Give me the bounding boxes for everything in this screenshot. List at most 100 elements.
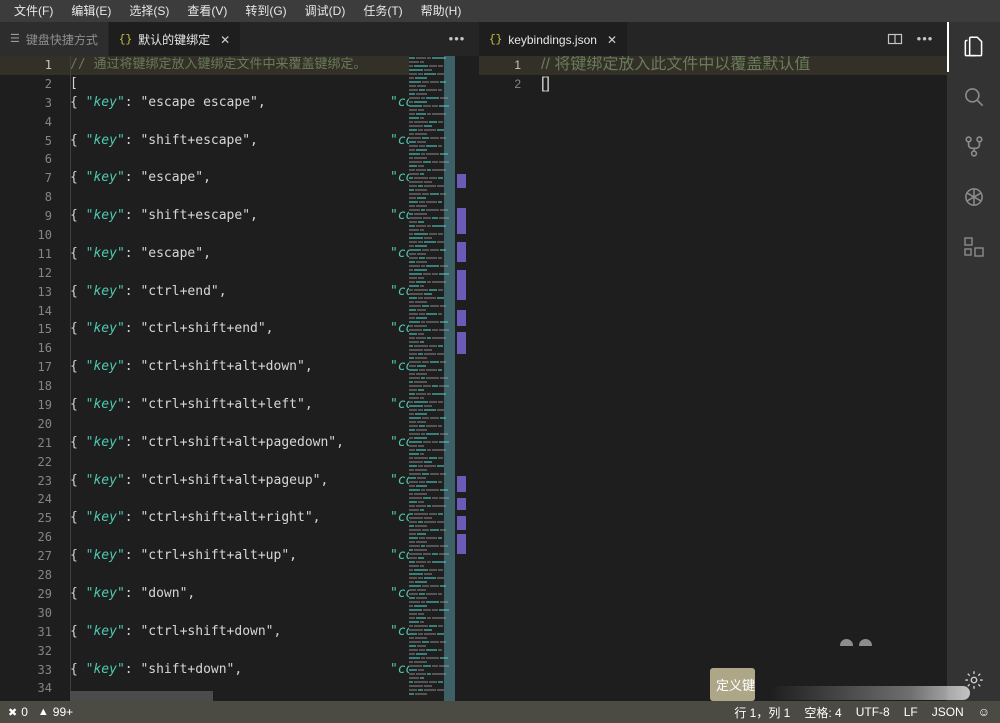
close-icon[interactable]: ✕ bbox=[220, 33, 230, 47]
line-number: 29 bbox=[0, 585, 52, 604]
minimap-token bbox=[429, 625, 437, 627]
code-line: 19{ "key": "ctrl+shift+alt+left","comman… bbox=[0, 396, 479, 415]
minimap-token bbox=[409, 521, 417, 523]
menu-bar: 文件(F) 编辑(E) 选择(S) 查看(V) 转到(G) 调试(D) 任务(T… bbox=[0, 0, 1000, 22]
tab-keyboard-shortcuts[interactable]: ☰ 键盘快捷方式 bbox=[0, 22, 109, 56]
minimap-token bbox=[438, 121, 443, 123]
minimap-token bbox=[409, 221, 417, 223]
minimap-token bbox=[418, 577, 423, 579]
tab-default-keybindings[interactable]: {} 默认的键绑定 ✕ bbox=[109, 22, 241, 56]
minimap-token bbox=[409, 117, 419, 119]
more-actions-button[interactable]: ••• bbox=[443, 25, 471, 53]
minimap-token bbox=[422, 249, 429, 251]
minimap-token bbox=[409, 529, 421, 531]
eol-status[interactable]: LF bbox=[904, 705, 918, 719]
minimap-token bbox=[414, 401, 428, 403]
minimap-token bbox=[429, 681, 437, 683]
minimap-token bbox=[422, 641, 429, 643]
minimap-token bbox=[418, 669, 424, 671]
code-content[interactable]: 1// 将键绑定放入此文件中以覆盖默认值2[] bbox=[479, 56, 947, 94]
search-icon[interactable] bbox=[947, 72, 1000, 122]
token: { bbox=[70, 321, 86, 336]
minimap-token bbox=[409, 345, 413, 347]
minimap[interactable] bbox=[409, 56, 455, 701]
minimap-token bbox=[409, 593, 418, 595]
token: : bbox=[125, 586, 141, 601]
scrollbar-thumb[interactable] bbox=[70, 691, 213, 701]
close-icon[interactable]: ✕ bbox=[607, 33, 617, 47]
minimap-token bbox=[409, 465, 417, 467]
token: "key" bbox=[86, 586, 125, 601]
line-number: 16 bbox=[0, 339, 52, 358]
editor-group-right: {} keybindings.json ✕ ••• bbox=[479, 22, 947, 701]
minimap-token bbox=[417, 365, 426, 367]
extensions-icon[interactable] bbox=[947, 222, 1000, 272]
minimap-token bbox=[409, 633, 417, 635]
explorer-icon[interactable] bbox=[947, 22, 1000, 72]
run-debug-icon[interactable] bbox=[947, 172, 1000, 222]
minimap-token bbox=[420, 173, 424, 175]
minimap-token bbox=[409, 461, 423, 463]
minimap-token bbox=[414, 513, 428, 515]
menu-go[interactable]: 转到(G) bbox=[237, 1, 294, 21]
token: "escape escape", bbox=[140, 95, 265, 110]
code-content[interactable]: 1// 通过将键绑定放入键绑定文件中来覆盖键绑定。2[3{ "key": "es… bbox=[0, 56, 479, 701]
menu-file[interactable]: 文件(F) bbox=[6, 1, 61, 21]
token: "escape", bbox=[140, 170, 210, 185]
minimap-token bbox=[438, 145, 442, 147]
editor-default-keybindings[interactable]: 1// 通过将键绑定放入键绑定文件中来覆盖键绑定。2[3{ "key": "es… bbox=[0, 56, 479, 701]
tab-keybindings-json[interactable]: {} keybindings.json ✕ bbox=[479, 22, 628, 56]
menu-view[interactable]: 查看(V) bbox=[179, 1, 235, 21]
code-line: 2[ bbox=[0, 75, 479, 94]
menu-tasks[interactable]: 任务(T) bbox=[355, 1, 410, 21]
minimap-slider[interactable] bbox=[444, 56, 455, 701]
minimap-token bbox=[432, 441, 438, 443]
minimap-token bbox=[417, 309, 426, 311]
define-key-button[interactable]: 定义键 bbox=[710, 668, 755, 701]
split-editor-button[interactable] bbox=[881, 25, 909, 53]
minimap-token bbox=[409, 165, 417, 167]
minimap-token bbox=[409, 681, 413, 683]
minimap-token bbox=[409, 265, 420, 267]
minimap-token bbox=[416, 597, 427, 599]
minimap-token bbox=[420, 565, 424, 567]
language-mode-status[interactable]: JSON bbox=[932, 705, 964, 719]
menu-edit[interactable]: 编辑(E) bbox=[63, 1, 119, 21]
minimap-token bbox=[438, 649, 442, 651]
indentation-status[interactable]: 空格: 4 bbox=[804, 704, 841, 721]
minimap-token bbox=[414, 213, 427, 215]
editor-keybindings-json[interactable]: 1// 将键绑定放入此文件中以覆盖默认值2[] bbox=[479, 56, 947, 701]
minimap-token bbox=[409, 613, 417, 615]
source-control-icon[interactable] bbox=[947, 122, 1000, 172]
menu-selection[interactable]: 选择(S) bbox=[121, 1, 177, 21]
minimap-token bbox=[421, 209, 425, 211]
minimap-token bbox=[427, 169, 431, 171]
more-actions-button[interactable]: ••• bbox=[911, 25, 939, 53]
overview-ruler[interactable] bbox=[455, 56, 469, 701]
split-editor-icon bbox=[887, 31, 903, 47]
horizontal-scrollbar[interactable] bbox=[70, 691, 479, 701]
token: { bbox=[70, 435, 86, 450]
minimap-token bbox=[427, 393, 431, 395]
smiley-icon[interactable]: ☺ bbox=[978, 705, 990, 719]
menu-help[interactable]: 帮助(H) bbox=[413, 1, 470, 21]
line-number: 22 bbox=[0, 453, 52, 472]
minimap-token bbox=[415, 133, 427, 135]
encoding-status[interactable]: UTF-8 bbox=[856, 705, 890, 719]
minimap-token bbox=[423, 665, 431, 667]
menu-debug[interactable]: 调试(D) bbox=[297, 1, 354, 21]
vertical-scrollbar[interactable] bbox=[469, 56, 479, 701]
minimap-token bbox=[429, 177, 437, 179]
minimap-token bbox=[426, 593, 437, 595]
minimap-token bbox=[414, 157, 427, 159]
minimap-token bbox=[420, 397, 424, 399]
indent-guide bbox=[70, 56, 71, 701]
minimap-token bbox=[426, 313, 437, 315]
cursor-position-status[interactable]: 行 1，列 1 bbox=[734, 704, 790, 721]
token: : bbox=[125, 510, 141, 525]
token: "key" bbox=[86, 397, 125, 412]
problems-status[interactable]: ✖ 0 ▲ 99+ bbox=[8, 705, 73, 719]
minimap-token bbox=[438, 369, 442, 371]
minimap-token bbox=[409, 65, 413, 67]
line-number: 9 bbox=[0, 207, 52, 226]
